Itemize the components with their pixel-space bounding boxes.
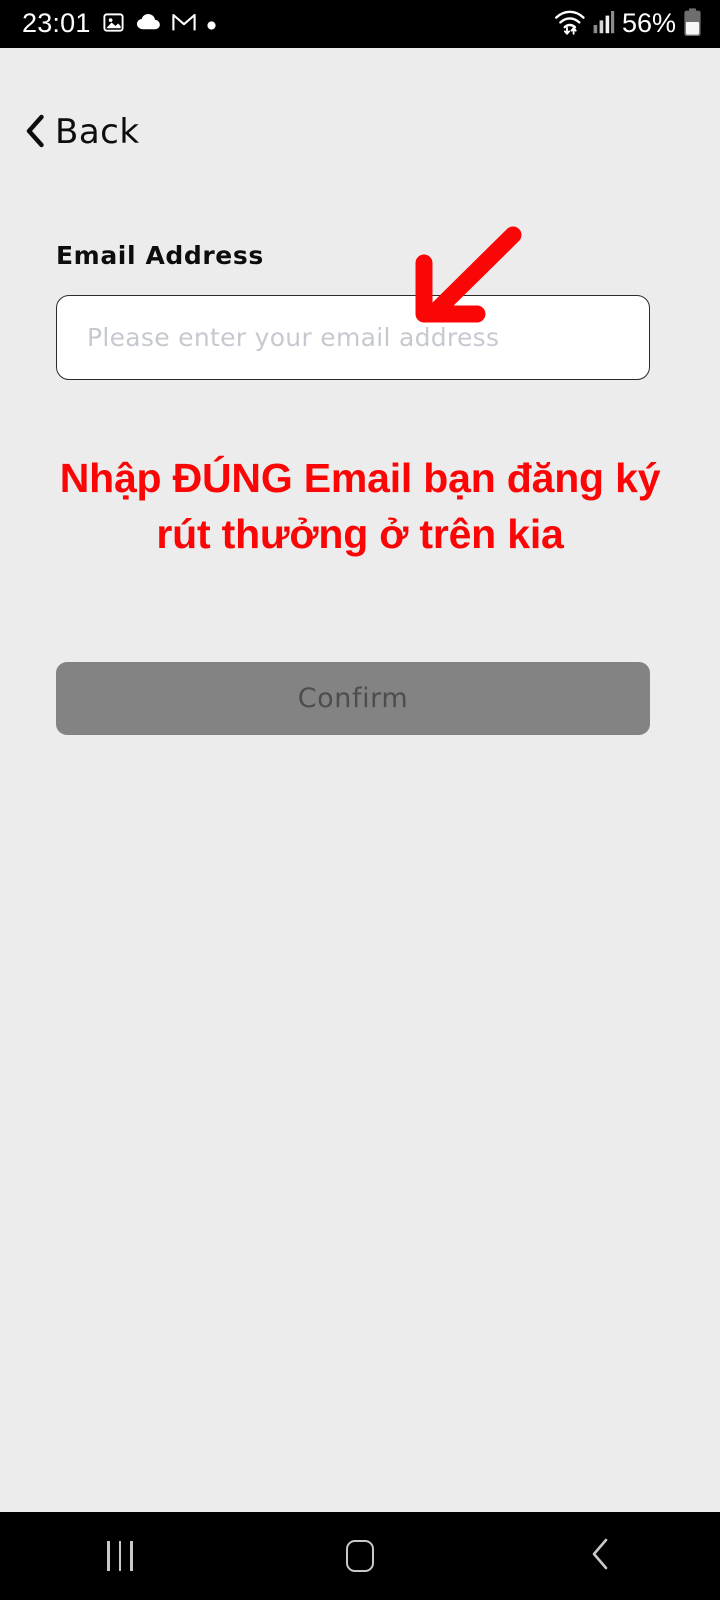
- dot-icon: [206, 15, 216, 34]
- back-button-label: Back: [55, 112, 140, 152]
- nav-recents-button[interactable]: [60, 1512, 180, 1600]
- email-input-placeholder: Please enter your email address: [87, 323, 500, 352]
- status-bar: 23:01 56%: [0, 0, 720, 48]
- confirm-button-label: Confirm: [297, 683, 409, 714]
- wifi-icon: [554, 9, 586, 39]
- chevron-left-icon: [24, 114, 46, 148]
- status-bar-right: 56%: [554, 7, 702, 41]
- notice-text: Nhập ĐÚNG Email bạn đăng ký rút thưởng ở…: [0, 450, 720, 562]
- status-bar-left: 23:01: [22, 7, 216, 38]
- email-field-label: Email Address: [56, 241, 264, 270]
- photo-icon: [102, 11, 125, 38]
- gmail-icon: [171, 12, 196, 36]
- cloud-icon: [136, 12, 161, 36]
- notice-line-2: rút thưởng ở trên kia: [156, 511, 564, 557]
- nav-back-button[interactable]: [540, 1512, 660, 1600]
- email-input[interactable]: Please enter your email address: [56, 295, 650, 380]
- battery-percent-label: 56%: [621, 7, 676, 38]
- nav-back-icon: [588, 1537, 612, 1575]
- android-nav-bar: [0, 1512, 720, 1600]
- back-button[interactable]: Back: [24, 103, 140, 159]
- nav-home-button[interactable]: [300, 1512, 420, 1600]
- status-bar-clock: 23:01: [22, 7, 91, 38]
- confirm-button[interactable]: Confirm: [56, 662, 650, 735]
- notice-line-1: Nhập ĐÚNG Email bạn đăng ký: [59, 455, 661, 501]
- battery-icon: [683, 7, 702, 41]
- phone-screen: 23:01 56% Back Email Address Please ente…: [0, 0, 720, 1600]
- home-icon: [346, 1540, 374, 1572]
- recent-apps-icon: [107, 1541, 133, 1571]
- cellular-signal-icon: [593, 10, 615, 38]
